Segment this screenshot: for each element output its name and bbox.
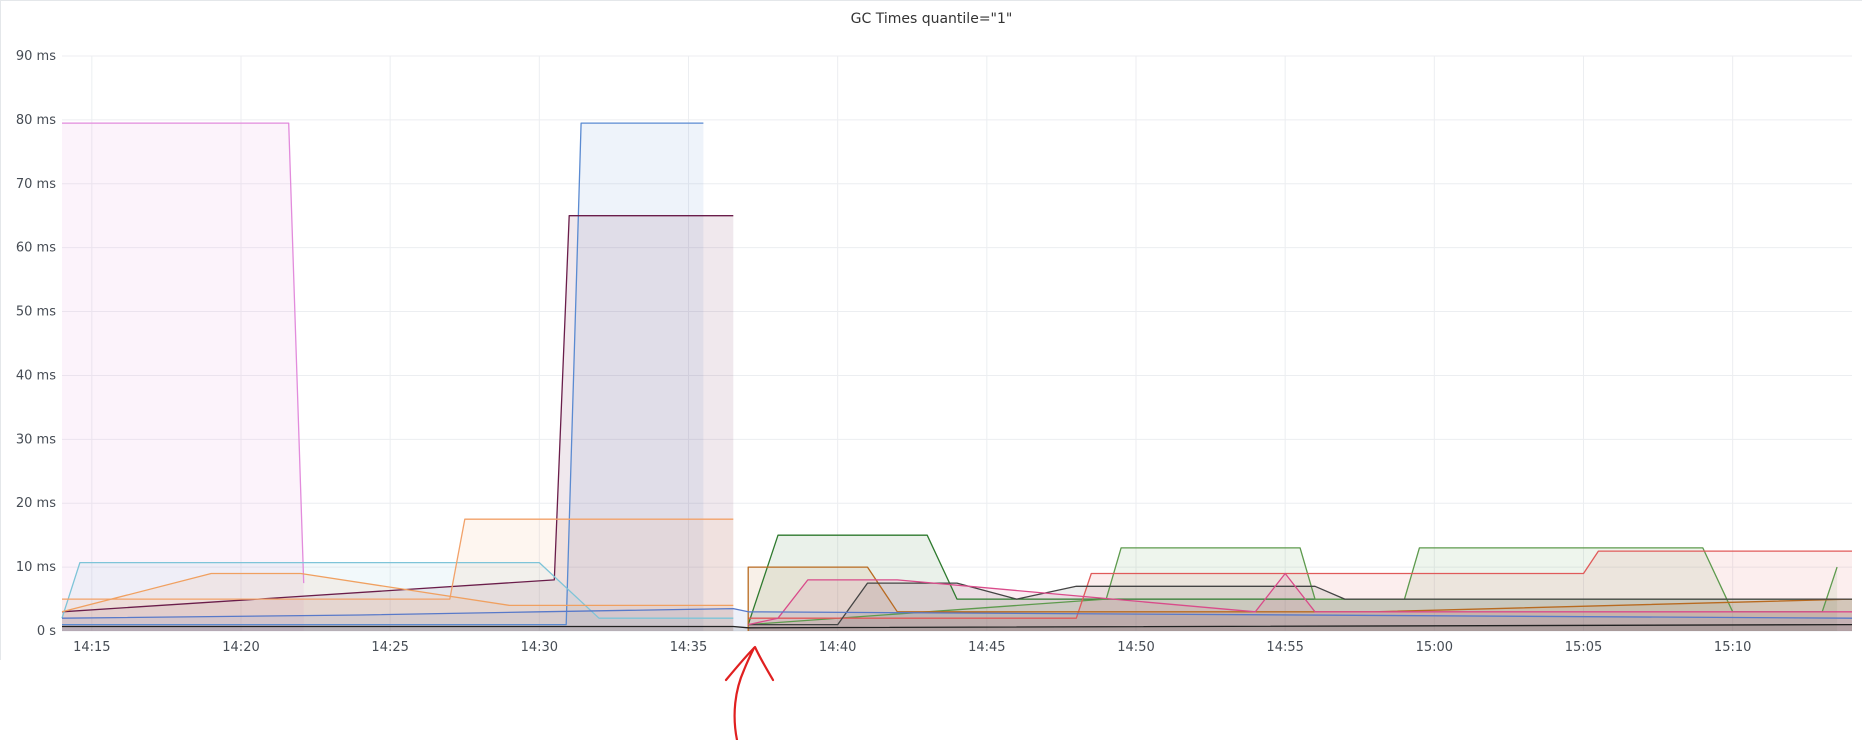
arrow-shaft: [733, 646, 756, 740]
hand-drawn-arrow-annotation: [724, 645, 775, 740]
arrow-head: [724, 645, 775, 682]
